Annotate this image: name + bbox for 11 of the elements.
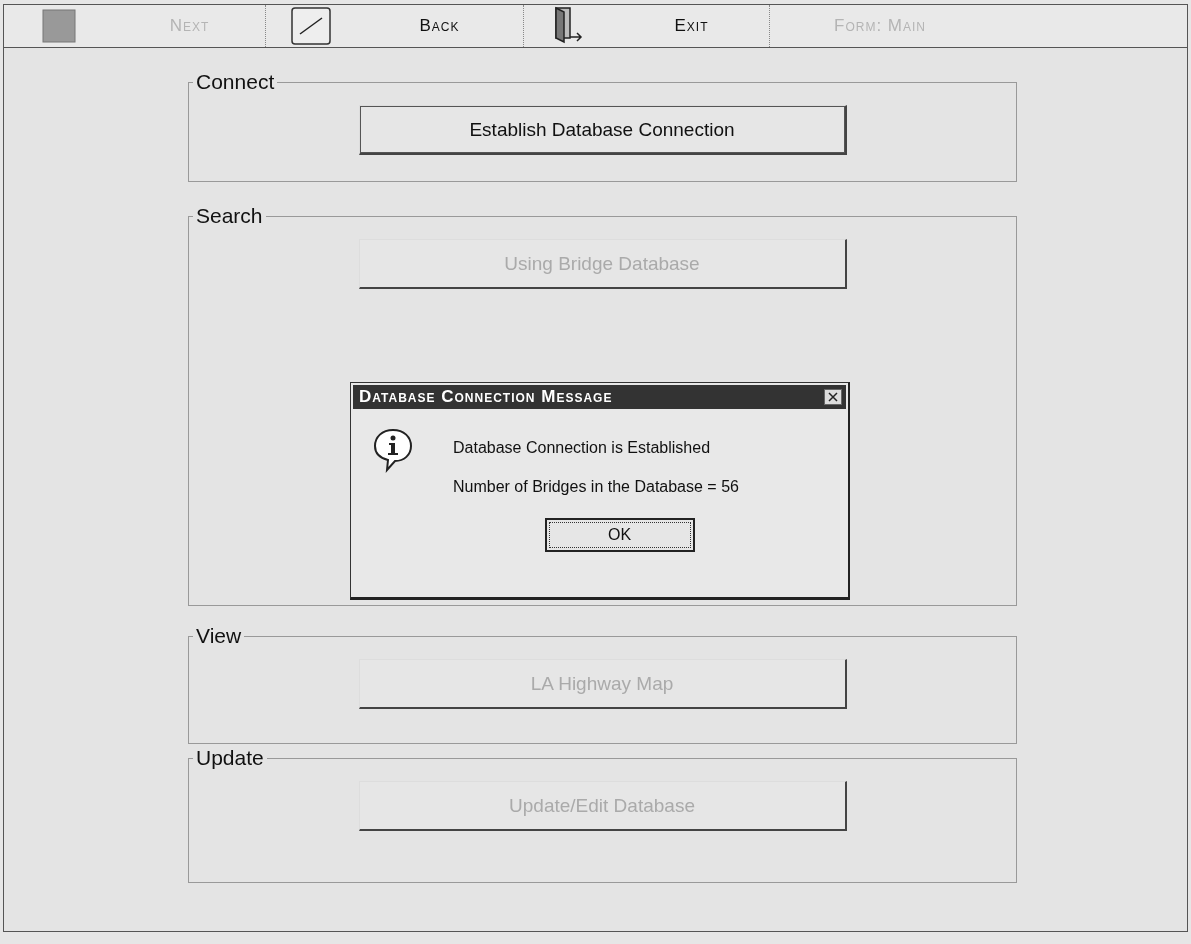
back-button[interactable]: Back xyxy=(411,12,468,40)
section-button[interactable]: Establish Database Connection xyxy=(358,105,847,155)
dialog-message: Number of Bridges in the Database = 56 xyxy=(453,478,739,496)
dialog-message: Database Connection is Established xyxy=(453,439,712,457)
dialog-title: Database Connection Message xyxy=(359,387,613,407)
close-icon xyxy=(828,392,838,402)
ok-button[interactable]: OK xyxy=(544,518,695,552)
square-icon xyxy=(42,9,76,43)
exit-button[interactable]: Exit xyxy=(666,12,717,40)
info-icon xyxy=(373,427,413,473)
close-button[interactable] xyxy=(824,389,842,405)
